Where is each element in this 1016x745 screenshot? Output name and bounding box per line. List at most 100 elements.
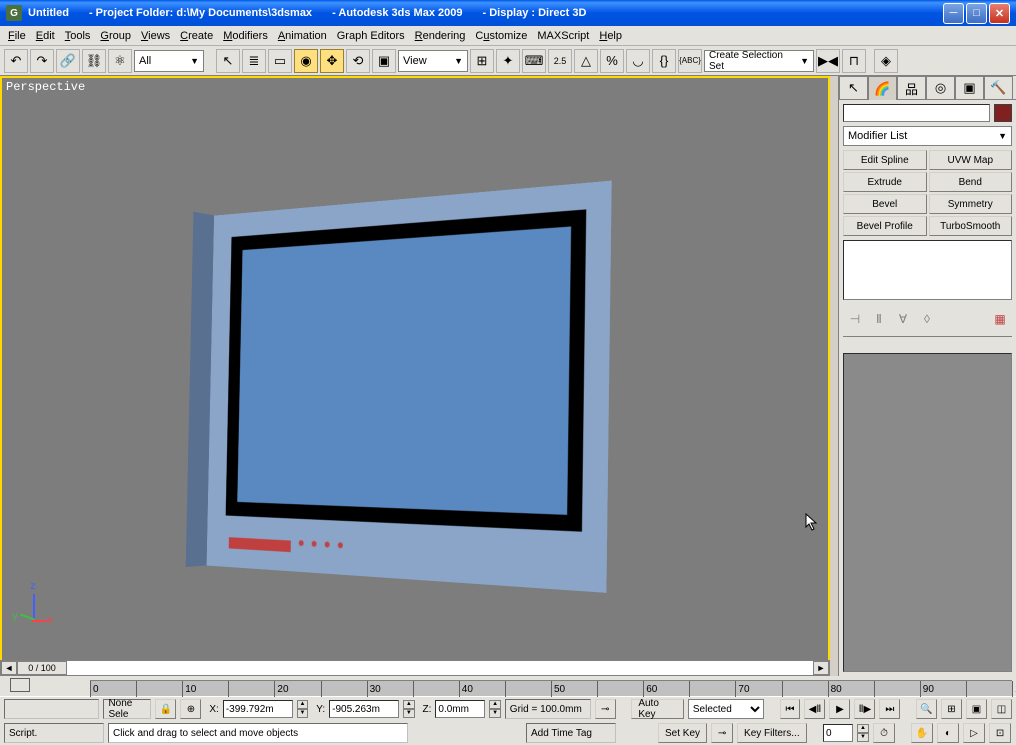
tab-display[interactable]: ▣ xyxy=(955,76,984,100)
object-color[interactable] xyxy=(994,104,1012,122)
next-frame-icon[interactable]: Ⅱ▶ xyxy=(854,699,875,719)
max-toggle-icon[interactable]: ⊡ xyxy=(989,723,1011,743)
titlebar: G Untitled - Project Folder: d:\My Docum… xyxy=(0,0,1016,26)
menu-customize[interactable]: Customize xyxy=(475,30,527,42)
zoom-all-icon[interactable]: ⊞ xyxy=(941,699,962,719)
align-icon[interactable]: ⊓ xyxy=(842,49,866,73)
tab-utilities[interactable]: 🔨 xyxy=(984,76,1013,100)
menu-tools[interactable]: Tools xyxy=(65,30,91,42)
abs-rel-icon[interactable]: ⊕ xyxy=(180,699,201,719)
x-coord-input[interactable] xyxy=(223,700,293,718)
pan-icon[interactable]: ✋ xyxy=(911,723,933,743)
frame-input[interactable] xyxy=(823,724,853,742)
menu-help[interactable]: Help xyxy=(599,30,622,42)
layer-manager-icon[interactable]: ◈ xyxy=(874,49,898,73)
modifier-extrude[interactable]: Extrude xyxy=(843,172,927,192)
zoom-extents-all-icon[interactable]: ◫ xyxy=(991,699,1012,719)
arc-rotate-icon[interactable]: ◐ xyxy=(937,723,959,743)
zoom-icon[interactable]: 🔍 xyxy=(916,699,937,719)
menu-group[interactable]: Group xyxy=(100,30,131,42)
prev-frame-icon[interactable]: ◀Ⅱ xyxy=(804,699,825,719)
pivot-center-icon[interactable]: ⊞ xyxy=(470,49,494,73)
y-coord-input[interactable] xyxy=(329,700,399,718)
scale-icon[interactable]: ▣ xyxy=(372,49,396,73)
lock-selection-icon[interactable]: 🔒 xyxy=(155,699,176,719)
modifier-turbosmooth[interactable]: TurboSmooth xyxy=(929,216,1013,236)
make-unique-icon[interactable]: ∀ xyxy=(893,310,913,328)
goto-start-icon[interactable]: ⏮ xyxy=(780,699,801,719)
modifier-bevel[interactable]: Bevel xyxy=(843,194,927,214)
z-coord-input[interactable] xyxy=(435,700,485,718)
autokey-button[interactable]: Auto Key xyxy=(631,699,684,719)
time-tag[interactable]: Add Time Tag xyxy=(526,723,616,743)
key-icon[interactable]: ⊸ xyxy=(711,723,733,743)
select-region-icon[interactable]: ▭ xyxy=(268,49,292,73)
modifier-stack[interactable] xyxy=(843,240,1012,300)
goto-end-icon[interactable]: ⏭ xyxy=(879,699,900,719)
key-mode-icon[interactable]: ⊸ xyxy=(595,699,616,719)
selection-filter[interactable]: All▼ xyxy=(134,50,204,72)
menu-create[interactable]: Create xyxy=(180,30,213,42)
menu-views[interactable]: Views xyxy=(141,30,170,42)
spinner-snap-icon[interactable]: ◡ xyxy=(626,49,650,73)
modifier-edit-spline[interactable]: Edit Spline xyxy=(843,150,927,170)
move-icon[interactable]: ✥ xyxy=(320,49,344,73)
fov-icon[interactable]: ▷ xyxy=(963,723,985,743)
keyboard-shortcut-icon[interactable]: ⌨ xyxy=(522,49,546,73)
modifier-list[interactable]: Modifier List▼ xyxy=(843,126,1012,146)
selection-set-combo[interactable]: Create Selection Set▼ xyxy=(704,50,814,72)
snap-toggle-icon[interactable]: 2.5 xyxy=(548,49,572,73)
percent-snap-icon[interactable]: % xyxy=(600,49,624,73)
manipulate-icon[interactable]: ✦ xyxy=(496,49,520,73)
mirror-icon[interactable]: ▶◀ xyxy=(816,49,840,73)
keyfilters-button[interactable]: Key Filters... xyxy=(737,723,807,743)
ref-coord-system[interactable]: View▼ xyxy=(398,50,468,72)
unlink-icon[interactable]: ⛓ xyxy=(82,49,106,73)
rotate-icon[interactable]: ⟲ xyxy=(346,49,370,73)
select-by-name-icon[interactable]: ≣ xyxy=(242,49,266,73)
tab-motion[interactable]: ◎ xyxy=(926,76,955,100)
configure-sets-icon[interactable]: ▦ xyxy=(990,310,1010,328)
redo-icon[interactable]: ↷ xyxy=(30,49,54,73)
object-name-input[interactable] xyxy=(843,104,990,122)
menu-animation[interactable]: Animation xyxy=(278,30,327,42)
modifier-bend[interactable]: Bend xyxy=(929,172,1013,192)
timeline[interactable]: 0102030405060708090100 xyxy=(0,676,1016,696)
play-icon[interactable]: ▶ xyxy=(829,699,850,719)
undo-icon[interactable]: ↶ xyxy=(4,49,28,73)
menu-modifiers[interactable]: Modifiers xyxy=(223,30,268,42)
pin-stack-icon[interactable]: ⊣ xyxy=(845,310,865,328)
menu-file[interactable]: File xyxy=(8,30,26,42)
close-button[interactable]: ✕ xyxy=(989,3,1010,24)
perspective-viewport[interactable]: Perspective z y x xyxy=(0,76,830,664)
minimize-button[interactable]: ─ xyxy=(943,3,964,24)
tab-modify[interactable]: 🌈 xyxy=(868,76,897,100)
edit-named-sel-icon[interactable]: {} xyxy=(652,49,676,73)
menu-edit[interactable]: Edit xyxy=(36,30,55,42)
axis-gizmo: z y x xyxy=(12,582,62,632)
command-panel: ↖ 🌈 品 ◎ ▣ 🔨 Modifier List▼ Edit SplineUV… xyxy=(838,76,1016,676)
keyfilter-select[interactable]: Selected xyxy=(688,699,764,719)
menu-grapheditors[interactable]: Graph Editors xyxy=(337,30,405,42)
bind-icon[interactable]: ⚛ xyxy=(108,49,132,73)
modifier-bevel-profile[interactable]: Bevel Profile xyxy=(843,216,927,236)
select-icon[interactable]: ↖ xyxy=(216,49,240,73)
setkey-button[interactable]: Set Key xyxy=(658,723,707,743)
zoom-extents-icon[interactable]: ▣ xyxy=(966,699,987,719)
modifier-symmetry[interactable]: Symmetry xyxy=(929,194,1013,214)
track-bar-handle[interactable] xyxy=(10,678,30,692)
named-sel-sets-icon[interactable]: {ABC} xyxy=(678,49,702,73)
window-crossing-icon[interactable]: ◉ xyxy=(294,49,318,73)
angle-snap-icon[interactable]: △ xyxy=(574,49,598,73)
link-icon[interactable]: 🔗 xyxy=(56,49,80,73)
maximize-button[interactable]: □ xyxy=(966,3,987,24)
show-end-result-icon[interactable]: Ⅱ xyxy=(869,310,889,328)
time-config-icon[interactable]: ⏱ xyxy=(873,723,895,743)
tab-create[interactable]: ↖ xyxy=(839,76,868,100)
remove-modifier-icon[interactable]: ◊ xyxy=(917,310,937,328)
time-slider[interactable]: ◄ 0 / 100 ► xyxy=(0,660,830,676)
menu-maxscript[interactable]: MAXScript xyxy=(537,30,589,42)
modifier-uvw-map[interactable]: UVW Map xyxy=(929,150,1013,170)
tab-hierarchy[interactable]: 品 xyxy=(897,76,926,100)
menu-rendering[interactable]: Rendering xyxy=(415,30,466,42)
